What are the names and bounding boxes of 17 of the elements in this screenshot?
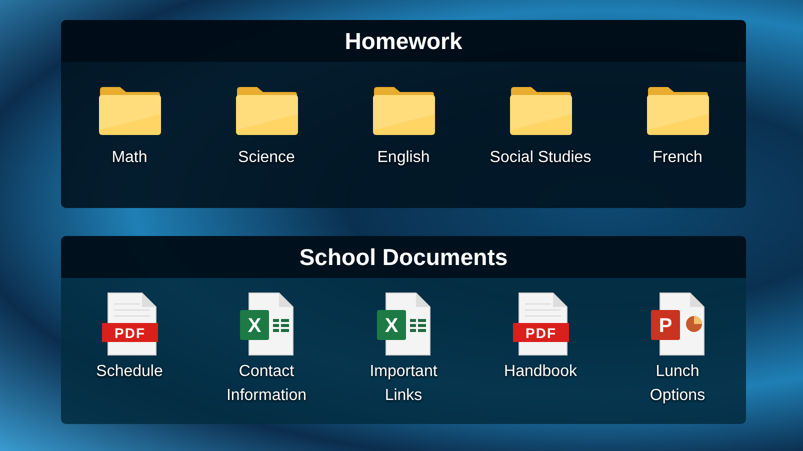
item-label[interactable]: Schedule	[96, 360, 163, 384]
item-label[interactable]: English	[377, 146, 430, 170]
folder-icon[interactable]	[372, 86, 436, 136]
item-label[interactable]: Handbook	[504, 360, 577, 384]
panel-title: Homework	[344, 28, 462, 54]
item-label[interactable]: Science	[238, 146, 295, 170]
item-label[interactable]: Contact Information	[218, 360, 314, 408]
panel-title: School Documents	[299, 244, 508, 270]
item-label[interactable]: Lunch Options	[630, 360, 726, 408]
folder-icon[interactable]	[98, 86, 162, 136]
item-label[interactable]: Important Links	[356, 360, 452, 408]
item-label[interactable]: Social Studies	[490, 146, 592, 170]
folder-icon[interactable]	[234, 86, 298, 136]
item-label[interactable]: Math	[112, 146, 148, 170]
folder-icon[interactable]	[646, 86, 710, 136]
folder-icon[interactable]	[508, 86, 572, 136]
item-label[interactable]: French	[652, 146, 702, 170]
